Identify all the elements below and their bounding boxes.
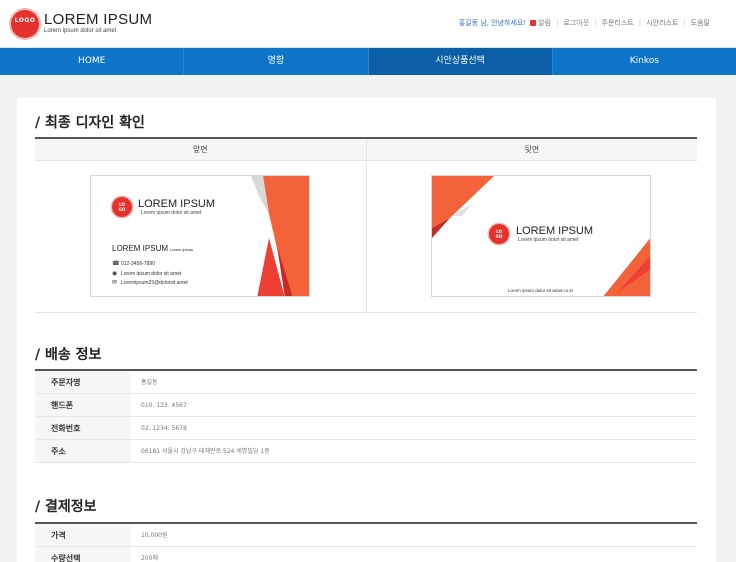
row-value: 10,000원 [141, 532, 168, 539]
row-value: 200매 [141, 555, 158, 562]
front-label: 앞면 [192, 145, 208, 154]
table-row: 수량선택 200매 [35, 547, 697, 562]
separator: | [683, 19, 686, 27]
logo-icon[interactable]: LOGO [11, 10, 39, 38]
separator: | [556, 19, 559, 27]
table-row: 핸드폰 010. 123. 4567 [35, 394, 697, 417]
card-phone: ☎ 012-3456-7890 [112, 260, 155, 268]
card-subtitle: Lorem ipsum dolor sit amet [518, 237, 579, 243]
face-header: 앞면 뒷면 [35, 139, 697, 161]
card-name: LOREM IPSUM Lorem ipsum [112, 244, 194, 253]
notice-icon [530, 20, 537, 26]
notice-label: 알림 [538, 19, 552, 27]
row-value: 02. 1234. 5678 [141, 425, 187, 432]
phone-icon: ☎ [112, 261, 120, 267]
row-label: 수량선택 [35, 547, 131, 562]
row-value: 06181 서울시 강남구 테헤란로 524 세명빌딩 1층 [141, 448, 270, 455]
table-row: 주소 06181 서울시 강남구 테헤란로 524 세명빌딩 1층 [35, 440, 697, 463]
payment-table: 가격 10,000원 수량선택 200매 [35, 524, 697, 562]
divider [366, 161, 367, 313]
card-address: ◉ Lorem ipsum dolor sit amet [112, 270, 182, 278]
top-bar: LOGO LOREM IPSUM Lorem ipsum dolor sit a… [0, 0, 736, 48]
notice-link[interactable]: 알림 [530, 18, 551, 28]
table-row: 전화번호 02. 1234. 5678 [35, 417, 697, 440]
back-label: 뒷면 [365, 139, 698, 160]
logo-text: LOGO [14, 17, 36, 24]
card-title: LOREM IPSUM [138, 198, 216, 210]
separator: | [638, 19, 642, 27]
nav-item-draft-select[interactable]: 시안상품선택 [367, 48, 552, 75]
mail-icon: ✉ [112, 280, 118, 286]
table-row: 가격 10,000원 [35, 524, 697, 547]
row-value: 홍길동 [141, 379, 158, 386]
utility-links: 홍길동 님, 안녕하세요! 알림 | 로그아웃 | 주문리스트 | 시안리스트 … [459, 18, 710, 28]
card-logo-icon: LO GO [112, 197, 132, 217]
separator: | [594, 19, 597, 27]
row-label: 주소 [35, 440, 131, 462]
face-previews: LO GO LOREM IPSUM Lorem ipsum dolor sit a… [35, 161, 697, 313]
order-list-link[interactable]: 주문리스트 [602, 18, 634, 28]
help-link[interactable]: 도움말 [691, 18, 710, 28]
content-panel: / 최종 디자인 확인 앞면 뒷면 LO GO LOREM IPSUM Lorem… [17, 98, 716, 562]
shipping-table: 주문자명 홍길동 핸드폰 010. 123. 4567 전화번호 02. 1234. … [35, 371, 697, 463]
table-row: 주문자명 홍길동 [35, 371, 697, 394]
location-icon: ◉ [112, 271, 118, 277]
brand-subtitle: Lorem ipsum dolor sit amet [44, 28, 117, 34]
card-logo-icon: LO GO [489, 224, 509, 244]
greeting-text: 홍길동 님, 안녕하세요! [458, 19, 527, 27]
design-section-title: / 최종 디자인 확인 [35, 115, 145, 131]
card-footer: Lorem ipsum dolor sit amet.co.kr [508, 288, 574, 293]
card-email: ✉ Loremipsum23@dolorsit.amet [112, 279, 188, 287]
draft-list-link[interactable]: 시안리스트 [646, 18, 678, 28]
nav-item-business-card[interactable]: 명함 [183, 48, 367, 75]
main-nav: HOME 명함 시안상품선택 Kinkos [0, 48, 736, 75]
row-value: 010. 123. 4567 [141, 402, 187, 409]
card-title: LOREM IPSUM [516, 225, 594, 237]
card-subtitle: Lorem ipsum dolor sit amet [141, 210, 202, 216]
brand-title[interactable]: LOREM IPSUM [44, 11, 152, 28]
nav-item-home[interactable]: HOME [0, 48, 183, 75]
row-label: 핸드폰 [35, 394, 131, 416]
logout-link[interactable]: 로그아웃 [563, 18, 589, 28]
payment-section-title: / 결제정보 [35, 499, 97, 515]
row-label: 주문자명 [35, 371, 131, 393]
nav-item-kinkos[interactable]: Kinkos [551, 48, 736, 75]
shipping-section-title: / 배송 정보 [35, 347, 102, 363]
back-card-preview[interactable]: LO GO LOREM IPSUM Lorem ipsum dolor sit a… [431, 175, 651, 297]
row-label: 전화번호 [35, 417, 131, 439]
front-card-preview[interactable]: LO GO LOREM IPSUM Lorem ipsum dolor sit a… [90, 175, 310, 297]
row-label: 가격 [35, 524, 131, 546]
